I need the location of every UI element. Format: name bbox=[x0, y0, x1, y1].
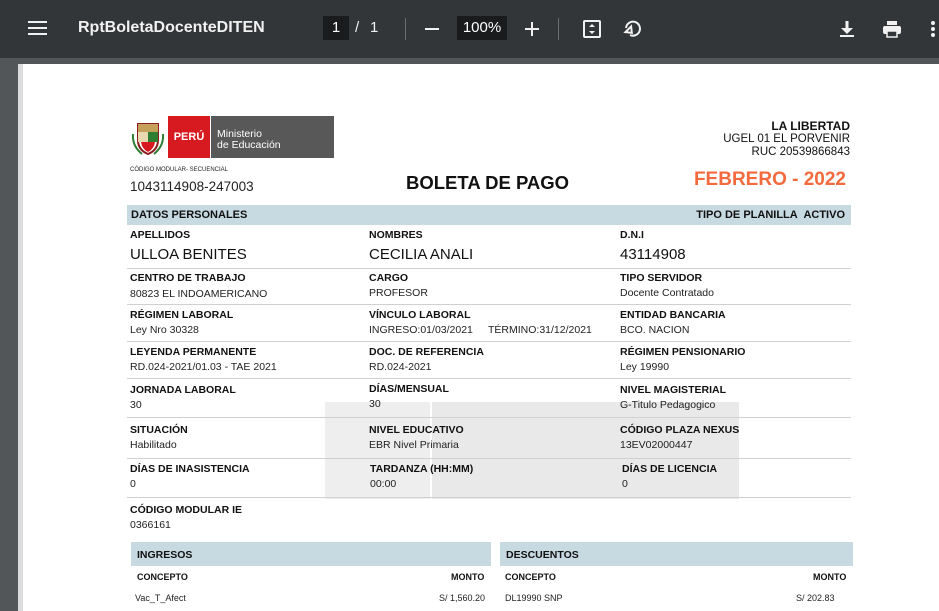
ingresos-row-concepto: Vac_T_Afect bbox=[135, 593, 186, 603]
docref-label: DOC. DE REFERENCIA bbox=[369, 346, 484, 358]
more-vert-icon[interactable] bbox=[926, 16, 939, 42]
licencia-label: DÍAS DE LICENCIA bbox=[622, 463, 718, 475]
page-edge bbox=[18, 64, 23, 611]
region-name: LA LIBERTAD bbox=[771, 119, 850, 133]
ingresos-row-monto: S/ 1,560.20 bbox=[439, 593, 486, 603]
regimen-label: RÉGIMEN LABORAL bbox=[130, 309, 234, 321]
descuentos-row-concepto: DL19990 SNP bbox=[505, 593, 563, 603]
pdf-toolbar: RptBoletaDocenteDITEN 1 / 1 100% bbox=[0, 0, 939, 58]
situacion-label: SITUACIÓN bbox=[130, 424, 188, 436]
tipo-servidor-label: TIPO SERVIDOR bbox=[620, 272, 703, 284]
page-number-input[interactable]: 1 bbox=[323, 16, 349, 40]
ingresos-col-concepto: CONCEPTO bbox=[137, 572, 188, 582]
inasistencia-label: DÍAS DE INASISTENCIA bbox=[130, 463, 250, 475]
nombres-label: NOMBRES bbox=[369, 229, 423, 241]
download-icon[interactable] bbox=[834, 16, 860, 42]
ingresos-header: INGRESOS bbox=[131, 542, 491, 566]
cargo-value: PROFESOR bbox=[369, 287, 428, 299]
document-heading: BOLETA DE PAGO bbox=[406, 172, 570, 193]
codigo-ie-label: CÓDIGO MODULAR IE bbox=[130, 504, 242, 516]
toolbar-divider bbox=[405, 18, 406, 40]
nivel-educativo-value: EBR Nivel Primaria bbox=[369, 439, 459, 451]
vinculo-label: VÍNCULO LABORAL bbox=[369, 309, 471, 321]
entidad-label: ENTIDAD BANCARIA bbox=[620, 309, 726, 321]
nivel-magisterial-label: NIVEL MAGISTERIAL bbox=[620, 384, 726, 396]
leyenda-value: RD.024-2021/01.03 - TAE 2021 bbox=[130, 361, 277, 373]
menu-icon[interactable] bbox=[28, 19, 48, 37]
row-divider bbox=[127, 497, 851, 498]
row-divider bbox=[127, 341, 851, 342]
dni-value: 43114908 bbox=[620, 246, 686, 263]
inasistencia-value: 0 bbox=[130, 478, 136, 490]
vinculo-termino: TÉRMINO:31/12/2021 bbox=[488, 324, 592, 336]
ingresos-col-monto: MONTO bbox=[451, 572, 485, 582]
print-icon[interactable] bbox=[879, 16, 905, 42]
plaza-nexus-value: 13EV02000447 bbox=[620, 439, 693, 451]
nombres-value: CECILIA ANALI bbox=[369, 246, 474, 263]
rotate-icon[interactable] bbox=[619, 16, 645, 42]
entidad-value: BCO. NACION bbox=[620, 324, 690, 336]
region-block: LA LIBERTAD UGEL 01 EL PORVENIR RUC 2053… bbox=[723, 119, 850, 159]
logo-country: PERÚ bbox=[168, 116, 210, 158]
page-total: 1 bbox=[370, 19, 379, 36]
zoom-out-icon[interactable] bbox=[419, 16, 445, 42]
tardanza-value: 00:00 bbox=[370, 478, 397, 490]
page-separator: / bbox=[355, 19, 360, 36]
row-divider bbox=[127, 378, 851, 379]
logo-ministry-line2: de Educación bbox=[217, 139, 281, 151]
planilla-value: ACTIVO bbox=[803, 209, 845, 221]
zoom-level-input[interactable]: 100% bbox=[457, 16, 507, 40]
nivel-magisterial-value: G-Titulo Pedagogico bbox=[620, 399, 716, 411]
jornada-value: 30 bbox=[130, 399, 142, 411]
ruc-number: RUC 20539866843 bbox=[751, 146, 850, 158]
row-divider bbox=[127, 304, 851, 305]
fit-page-icon[interactable] bbox=[579, 16, 605, 42]
pension-label: RÉGIMEN PENSIONARIO bbox=[620, 346, 746, 358]
tipo-servidor-value: Docente Contratado bbox=[620, 287, 714, 299]
dias-mensual-value: 30 bbox=[369, 398, 381, 410]
nivel-educativo-label: NIVEL EDUCATIVO bbox=[369, 424, 464, 436]
zoom-in-icon[interactable] bbox=[519, 16, 545, 42]
document-title: RptBoletaDocenteDITEN bbox=[78, 19, 265, 36]
planilla-type: TIPO DE PLANILLA ACTIVO bbox=[696, 209, 845, 221]
logo-ministry: Ministerio de Educación bbox=[211, 116, 334, 158]
apellidos-value: ULLOA BENITES bbox=[130, 246, 247, 263]
pay-period: FEBRERO - 2022 bbox=[693, 169, 846, 190]
toolbar-divider bbox=[558, 18, 559, 40]
section-title: DATOS PERSONALES bbox=[131, 209, 248, 221]
cargo-label: CARGO bbox=[369, 272, 409, 284]
peru-crest-icon bbox=[131, 120, 165, 158]
centro-value: 80823 EL INDOAMERICANO bbox=[130, 288, 268, 300]
centro-label: CENTRO DE TRABAJO bbox=[130, 272, 246, 284]
descuentos-col-monto: MONTO bbox=[813, 572, 847, 582]
jornada-label: JORNADA LABORAL bbox=[130, 384, 236, 396]
descuentos-col-concepto: CONCEPTO bbox=[505, 572, 556, 582]
ugel-name: UGEL 01 EL PORVENIR bbox=[723, 133, 850, 145]
tardanza-label: TARDANZA (HH:MM) bbox=[370, 463, 474, 475]
apellidos-label: APELLIDOS bbox=[130, 229, 191, 241]
plaza-nexus-label: CÓDIGO PLAZA NEXUS bbox=[620, 424, 740, 436]
docref-value: RD.024-2021 bbox=[369, 361, 432, 373]
row-divider bbox=[127, 268, 851, 269]
descuentos-header: DESCUENTOS bbox=[500, 542, 853, 566]
dias-mensual-label: DÍAS/MENSUAL bbox=[369, 383, 449, 395]
licencia-value: 0 bbox=[622, 478, 628, 490]
row-divider bbox=[127, 417, 851, 418]
planilla-label: TIPO DE PLANILLA bbox=[696, 209, 798, 221]
descuentos-row-monto: S/ 202.83 bbox=[796, 593, 835, 603]
leyenda-label: LEYENDA PERMANENTE bbox=[130, 346, 257, 358]
regimen-value: Ley Nro 30328 bbox=[130, 324, 199, 336]
row-divider bbox=[127, 458, 851, 459]
vinculo-ingreso: INGRESO:01/03/2021 bbox=[369, 324, 473, 336]
codigo-modular-value: 1043114908-247003 bbox=[130, 179, 254, 194]
pension-value: Ley 19990 bbox=[620, 361, 670, 373]
situacion-value: Habilitado bbox=[130, 439, 177, 451]
dni-label: D.N.I bbox=[620, 229, 644, 241]
codigo-ie-value: 0366161 bbox=[130, 519, 171, 531]
personal-data-header: DATOS PERSONALES TIPO DE PLANILLA ACTIVO bbox=[127, 205, 851, 225]
codigo-modular-label: CÓDIGO MODULAR- SECUENCIAL bbox=[130, 167, 229, 173]
